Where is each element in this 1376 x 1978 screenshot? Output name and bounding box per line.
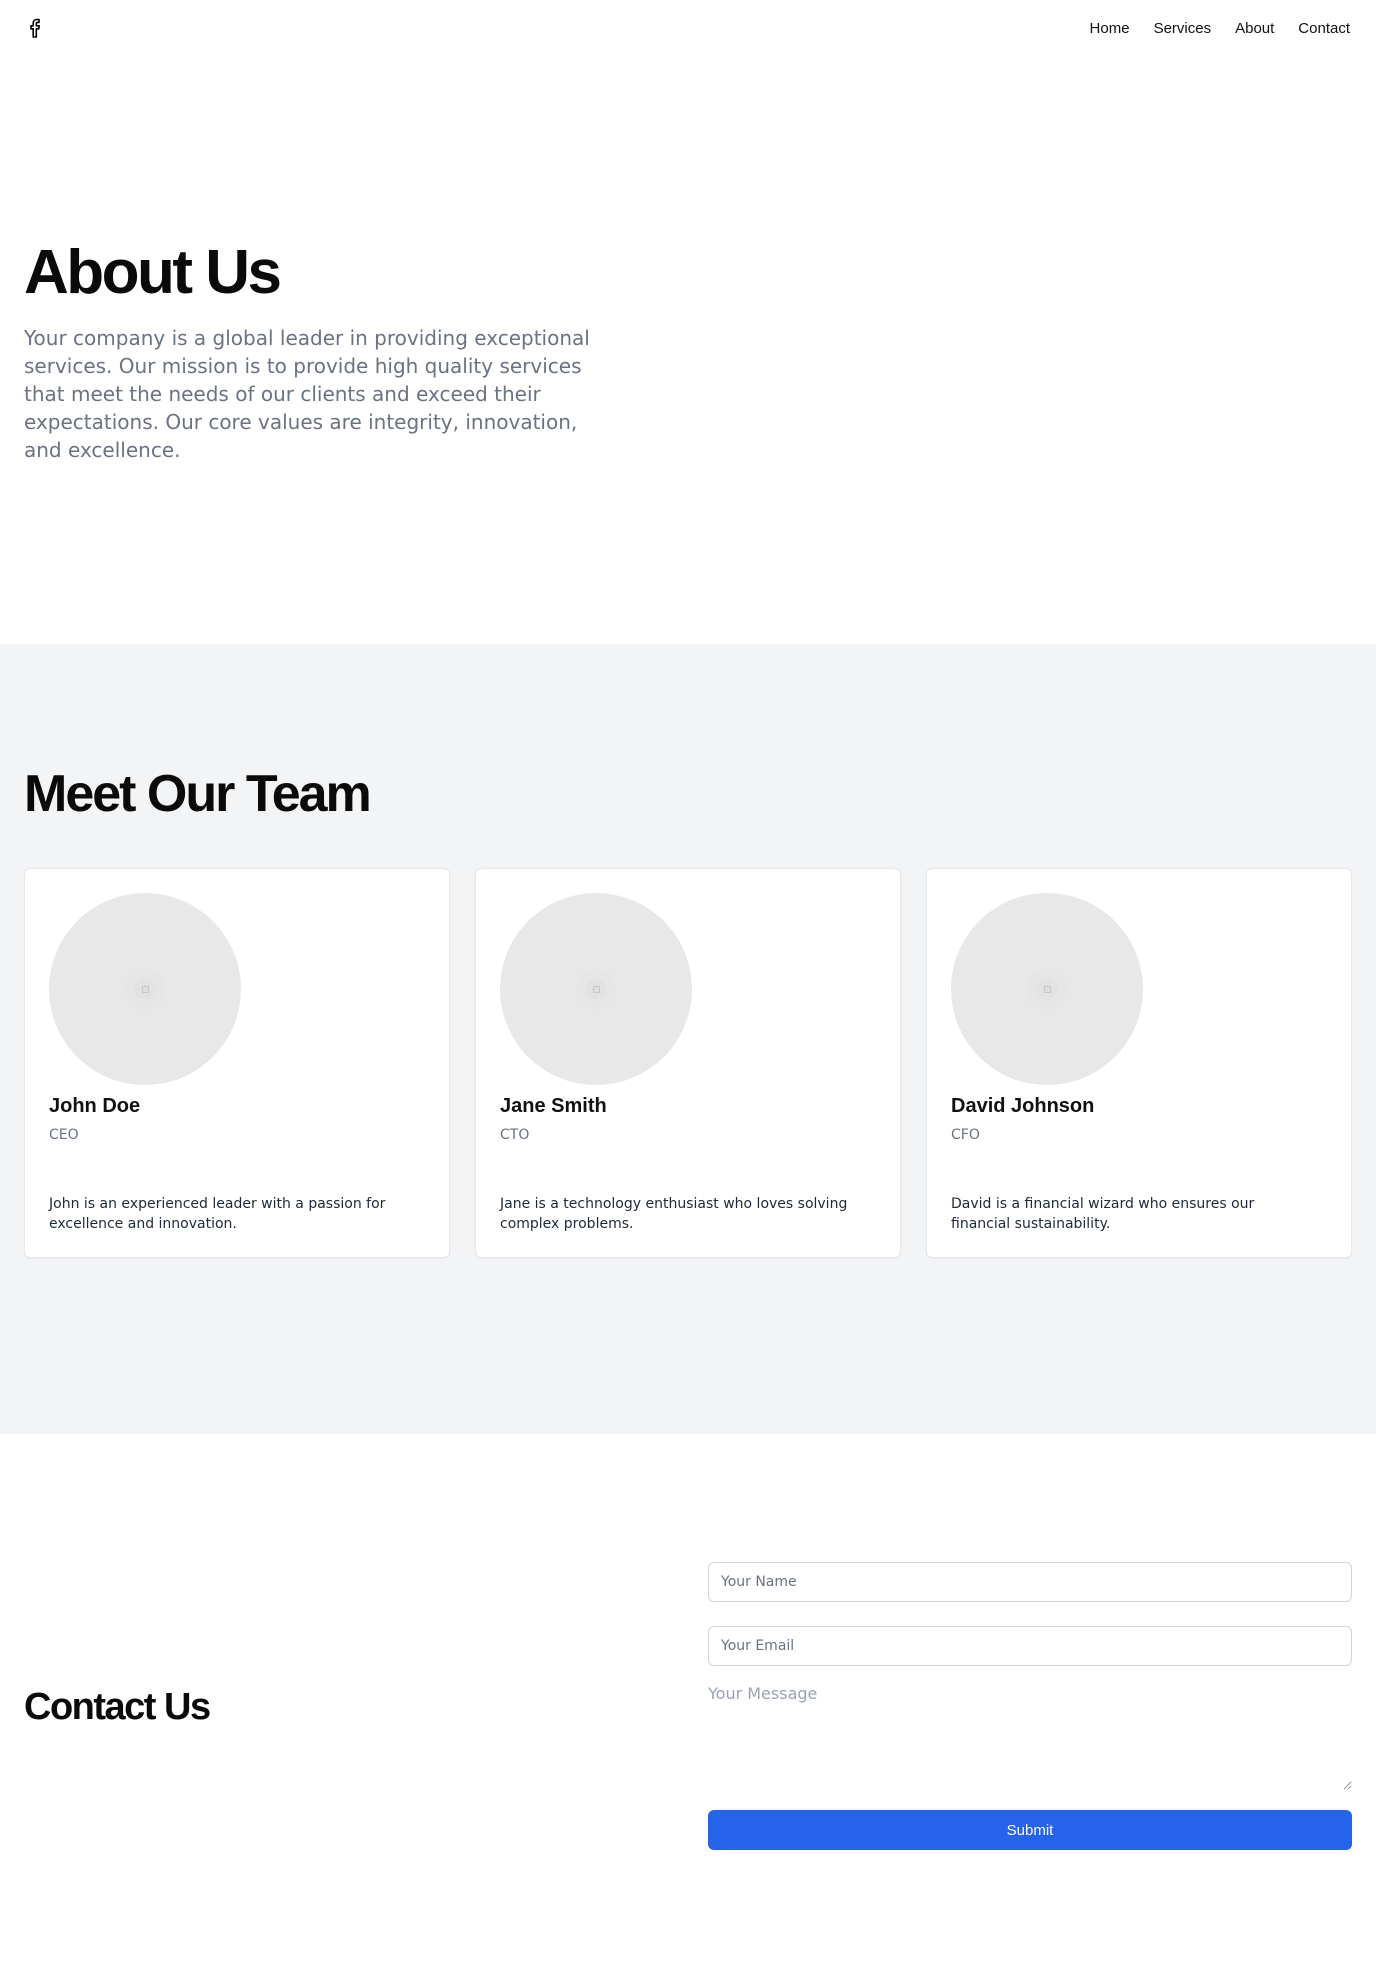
about-section: About Us Your company is a global leader… <box>0 56 1376 644</box>
about-description: Your company is a global leader in provi… <box>24 326 590 462</box>
avatar <box>49 893 241 1085</box>
facebook-icon[interactable] <box>24 16 48 40</box>
member-role: CFO <box>951 1127 980 1143</box>
email-input[interactable] <box>708 1626 1352 1666</box>
about-title: About Us <box>24 238 282 307</box>
image-placeholder-icon <box>125 969 165 1009</box>
message-textarea[interactable] <box>708 1684 1352 1790</box>
team-card-john-doe: John Doe CEO John is an experienced lead… <box>24 868 450 1258</box>
team-title: Meet Our Team <box>24 765 372 823</box>
member-role: CEO <box>49 1127 79 1143</box>
submit-button[interactable]: Submit <box>708 1810 1352 1850</box>
member-name: David Johnson <box>951 1095 1095 1117</box>
nav-about-link[interactable]: About <box>1235 20 1274 37</box>
team-section: Meet Our Team John Doe CEO John is an ex… <box>0 644 1376 1434</box>
main-nav: Home Services About Contact <box>1090 20 1350 37</box>
nav-services-link[interactable]: Services <box>1154 20 1212 37</box>
contact-title: Contact Us <box>24 1686 211 1728</box>
member-name: John Doe <box>49 1095 141 1117</box>
member-bio: David is a financial wizard who ensures … <box>951 1196 1255 1232</box>
member-bio: Jane is a technology enthusiast who love… <box>500 1196 848 1232</box>
contact-section: Contact Us Submit <box>0 1434 1376 1978</box>
team-cards: John Doe CEO John is an experienced lead… <box>24 868 1352 1258</box>
image-placeholder-icon <box>576 969 616 1009</box>
team-card-jane-smith: Jane Smith CTO Jane is a technology enth… <box>475 868 901 1258</box>
nav-home-link[interactable]: Home <box>1090 20 1130 37</box>
site-header: Home Services About Contact <box>0 0 1376 56</box>
member-bio: John is an experienced leader with a pas… <box>49 1196 386 1232</box>
avatar <box>500 893 692 1085</box>
resize-handle-icon[interactable] <box>1342 1780 1352 1790</box>
name-input[interactable] <box>708 1562 1352 1602</box>
team-card-david-johnson: David Johnson CFO David is a financial w… <box>926 868 1352 1258</box>
member-role: CTO <box>500 1127 530 1143</box>
nav-contact-link[interactable]: Contact <box>1298 20 1350 37</box>
avatar <box>951 893 1143 1085</box>
image-placeholder-icon <box>1027 969 1067 1009</box>
member-name: Jane Smith <box>500 1095 607 1117</box>
